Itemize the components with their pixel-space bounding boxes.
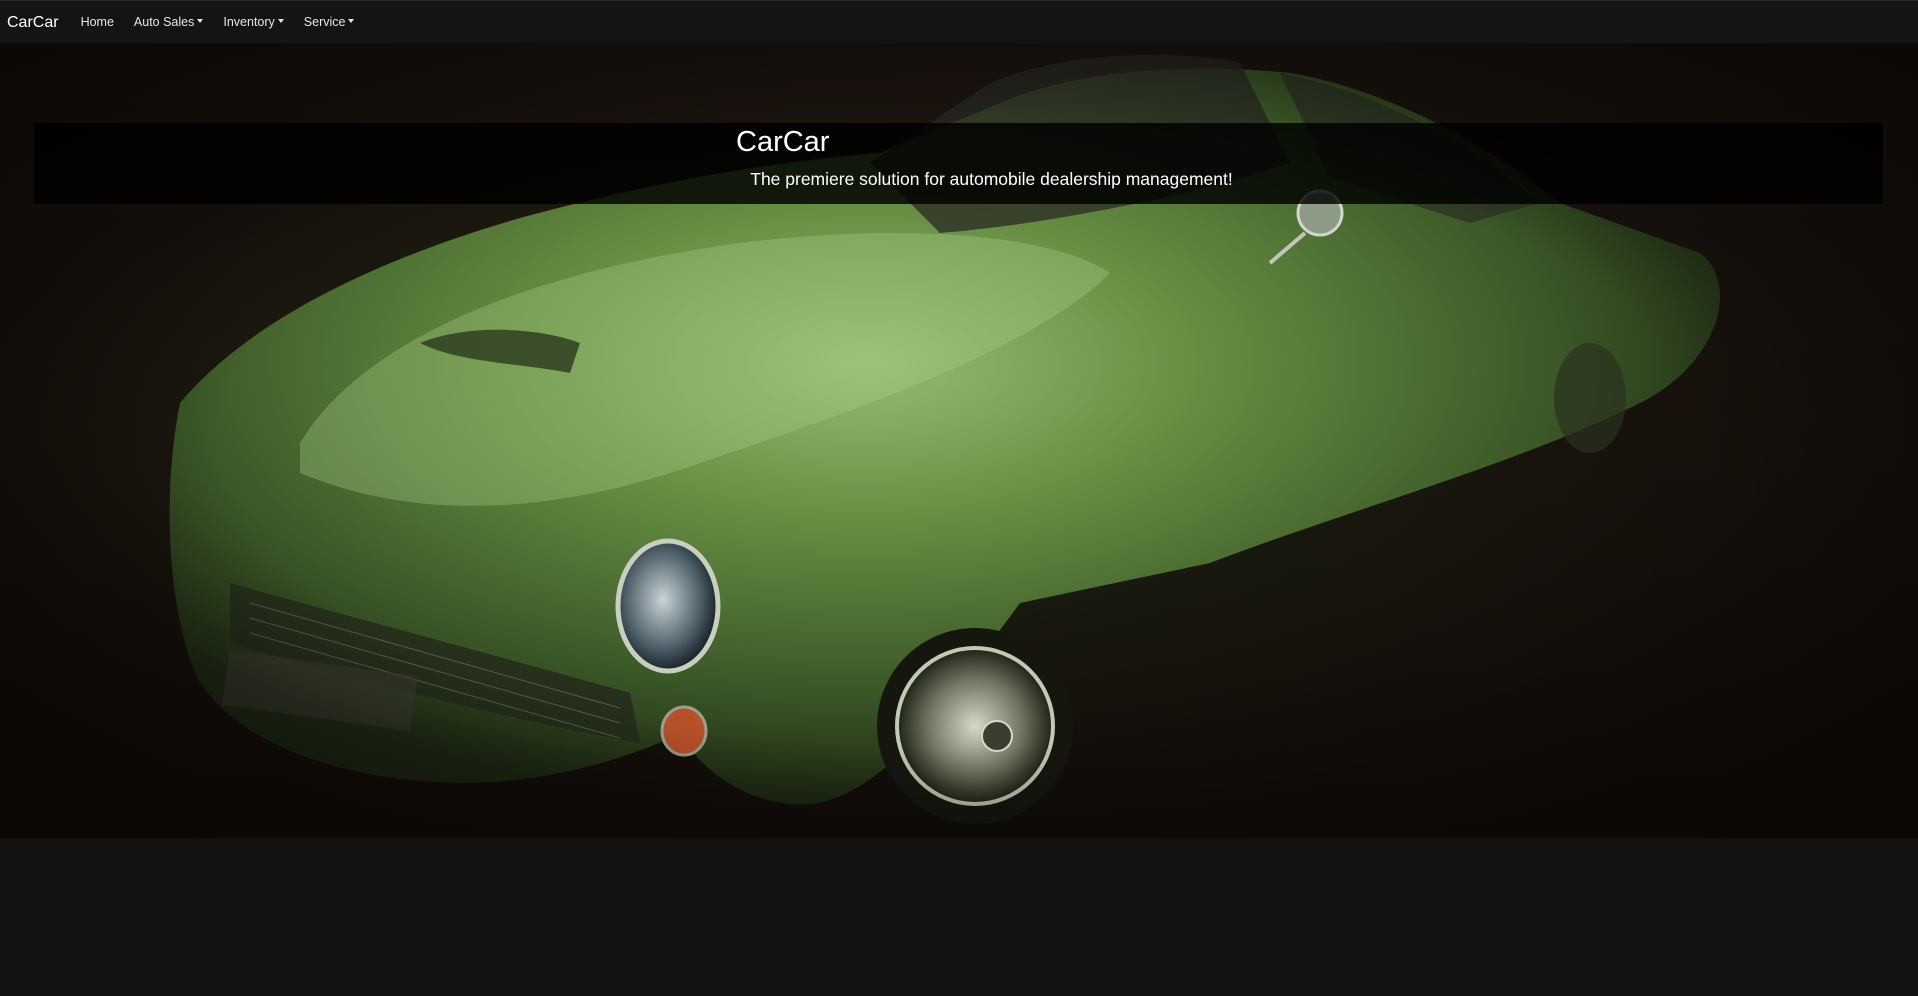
- top-navbar: CarCar Home Auto Sales Inventory Service: [0, 0, 1918, 43]
- nav-service-label: Service: [303, 14, 346, 29]
- hero-subtitle: The premiere solution for automobile dea…: [750, 169, 1233, 189]
- hero-title: CarCar: [736, 126, 830, 158]
- nav-auto-sales-label: Auto Sales: [133, 14, 195, 29]
- nav-home-label: Home: [80, 14, 114, 29]
- nav-home[interactable]: Home: [81, 1, 114, 44]
- brand-link[interactable]: CarCar: [7, 1, 59, 44]
- caret-down-icon: [277, 19, 284, 23]
- caret-down-icon: [197, 19, 204, 23]
- nav-service-dropdown[interactable]: Service: [304, 1, 355, 44]
- nav-auto-sales-dropdown[interactable]: Auto Sales: [133, 1, 204, 44]
- hero-banner: CarCar The premiere solution for automob…: [34, 123, 1883, 204]
- nav-inventory-label: Inventory: [223, 14, 275, 29]
- caret-down-icon: [348, 19, 355, 23]
- nav-inventory-dropdown[interactable]: Inventory: [223, 1, 284, 44]
- hero-section: CarCar The premiere solution for automob…: [0, 43, 1918, 838]
